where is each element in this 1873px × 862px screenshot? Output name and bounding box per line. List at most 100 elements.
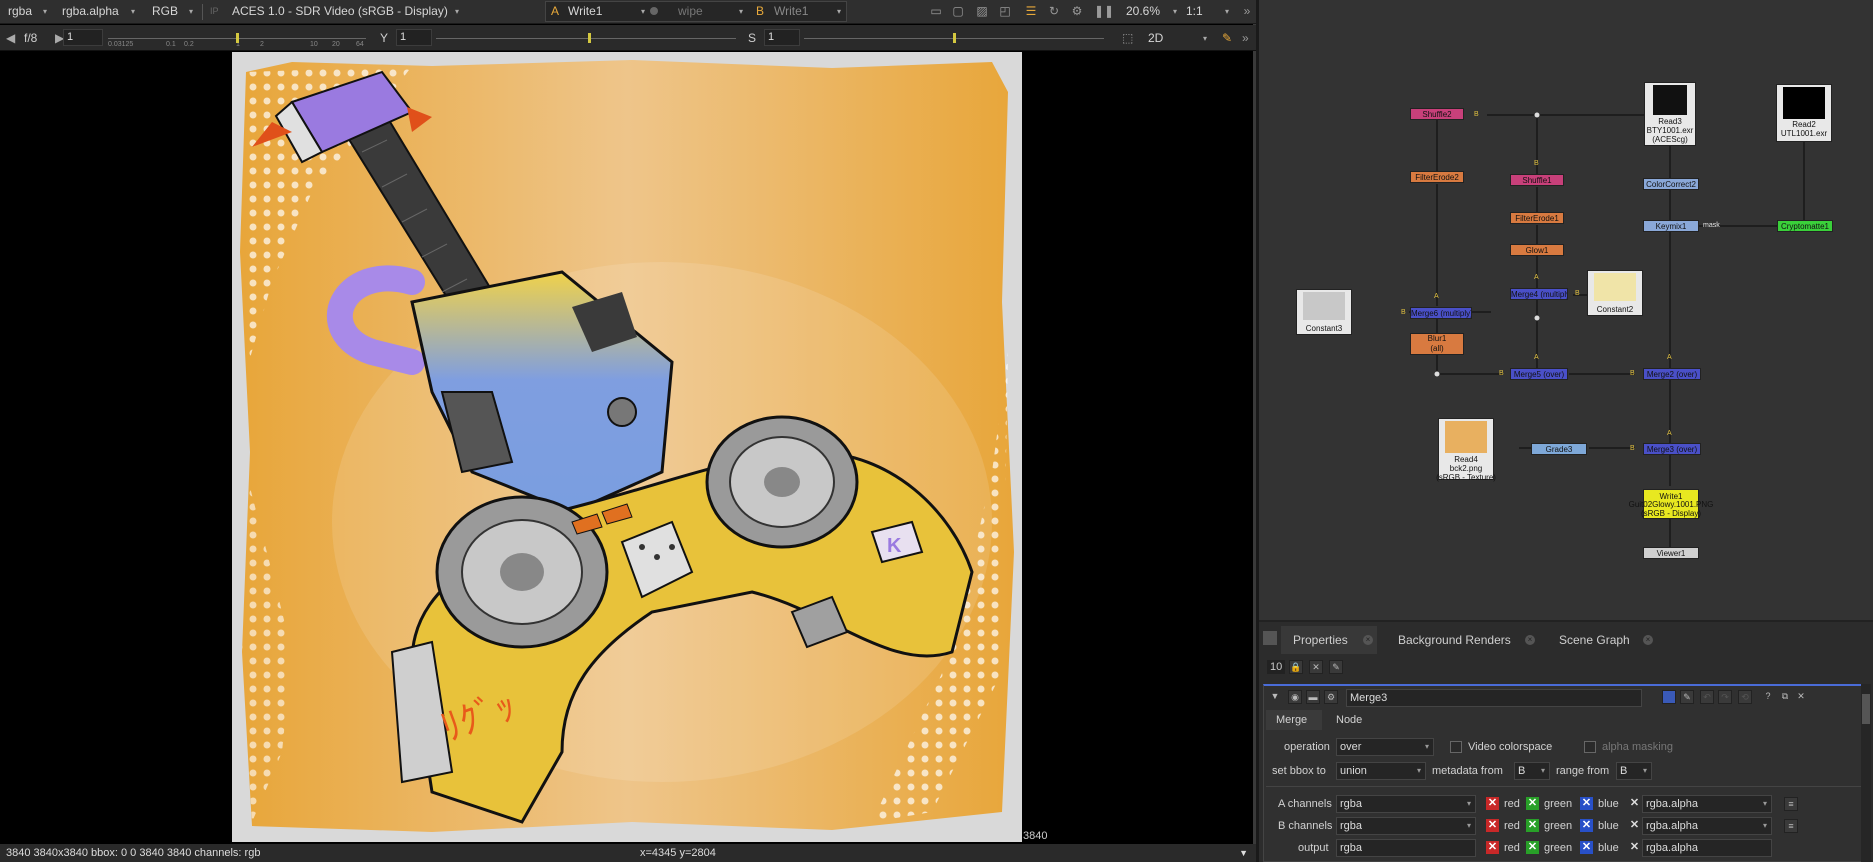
paint-icon[interactable]: ✎: [1222, 31, 1232, 45]
green-toggle[interactable]: ✕: [1526, 797, 1539, 810]
collapse-icon[interactable]: ▼: [1268, 690, 1282, 704]
output-dropdown[interactable]: rgba: [1336, 839, 1476, 857]
red-toggle[interactable]: ✕: [1486, 841, 1499, 854]
close-panel-icon[interactable]: ✕: [1794, 690, 1808, 704]
tab-scene-graph[interactable]: Scene Graph: [1559, 629, 1630, 651]
channels-dropdown[interactable]: rgba ▾: [4, 2, 50, 21]
node-filtererode1[interactable]: FilterErode1: [1510, 212, 1564, 224]
input-process-toggle[interactable]: IP: [206, 2, 228, 21]
red-toggle[interactable]: ✕: [1486, 819, 1499, 832]
tab-node[interactable]: Node: [1336, 714, 1362, 726]
prev-icon[interactable]: ◀: [6, 31, 15, 45]
roi-select-icon[interactable]: ⬚: [1122, 31, 1133, 45]
input-icon[interactable]: ▬: [1306, 690, 1320, 704]
proxy-icon[interactable]: ▨: [975, 4, 989, 18]
alpha-masking-checkbox[interactable]: [1584, 741, 1596, 753]
menu-chevron-icon[interactable]: »: [1242, 31, 1249, 45]
clear-panels-icon[interactable]: ✕: [1309, 660, 1323, 674]
green-toggle[interactable]: ✕: [1526, 841, 1539, 854]
saturation-handle[interactable]: [953, 33, 956, 43]
alpha-toggle[interactable]: ✕: [1628, 819, 1641, 832]
gain-field[interactable]: 1: [63, 29, 103, 46]
redo-icon[interactable]: ↷: [1718, 690, 1732, 704]
menu-chevron-icon[interactable]: »: [1240, 4, 1254, 18]
node-name-field[interactable]: Merge3: [1346, 689, 1642, 707]
close-icon[interactable]: ×: [1643, 635, 1653, 645]
node-shuffle1[interactable]: Shuffle1: [1510, 174, 1564, 186]
properties-scrollbar[interactable]: [1861, 684, 1871, 862]
view-mode-dropdown[interactable]: 2D ▾: [1144, 29, 1210, 48]
gamma-handle[interactable]: [588, 33, 591, 43]
node-cryptomatte1[interactable]: Cryptomatte1: [1777, 220, 1833, 232]
edit-icon[interactable]: ✎: [1680, 690, 1694, 704]
region-icon[interactable]: ◰: [998, 4, 1012, 18]
menu-icon[interactable]: ≡: [1784, 797, 1798, 811]
b-input-dropdown[interactable]: Write1 ▾: [770, 2, 844, 21]
tab-properties[interactable]: Properties: [1293, 629, 1348, 651]
menu-icon[interactable]: ≡: [1784, 819, 1798, 833]
gamma-slider[interactable]: [436, 38, 736, 39]
center-node-icon[interactable]: ◉: [1288, 690, 1302, 704]
node-merge4[interactable]: Merge4 (multiply): [1510, 288, 1568, 300]
node-shuffle2[interactable]: Shuffle2: [1410, 108, 1464, 120]
undo-icon[interactable]: ↶: [1700, 690, 1714, 704]
tab-merge[interactable]: Merge: [1276, 714, 1307, 726]
roi-icon[interactable]: ▢: [951, 4, 965, 18]
viewer-panel[interactable]: rgba ▾ rgba.alpha ▾ RGB ▾ IP ACES 1.0 - SDR…: [0, 0, 1256, 862]
wipe-dropdown[interactable]: wipe ▾: [674, 2, 746, 21]
close-icon[interactable]: ×: [1363, 635, 1373, 645]
node-settings-icon[interactable]: ⚙: [1324, 690, 1338, 704]
display-channels-dropdown[interactable]: RGB ▾: [148, 2, 196, 21]
node-merge6[interactable]: Merge6 (multiply): [1410, 307, 1472, 319]
float-icon[interactable]: ✎: [1329, 660, 1343, 674]
chevron-down-icon[interactable]: ▼: [1239, 844, 1248, 862]
lut-icon[interactable]: ▭: [929, 4, 943, 18]
pause-icon[interactable]: ❚❚: [1094, 4, 1114, 18]
zoom-dropdown[interactable]: 20.6% ▾: [1122, 2, 1180, 21]
blue-toggle[interactable]: ✕: [1580, 841, 1593, 854]
node-graph[interactable]: Shuffle2 Shuffle1 FilterErode2 FilterEro…: [1259, 0, 1873, 620]
node-colorcorrect2[interactable]: ColorCorrect2: [1643, 178, 1699, 190]
green-toggle[interactable]: ✕: [1526, 819, 1539, 832]
node-keymix1[interactable]: Keymix1: [1643, 220, 1699, 232]
ratio-dropdown[interactable]: 1:1 ▾: [1182, 2, 1232, 21]
a-input-dropdown[interactable]: Write1 ▾: [564, 2, 648, 21]
panel-menu-icon[interactable]: [1263, 631, 1277, 645]
blue-toggle[interactable]: ✕: [1580, 797, 1593, 810]
float-panel-icon[interactable]: ⧉: [1778, 690, 1792, 704]
blue-toggle[interactable]: ✕: [1580, 819, 1593, 832]
video-colorspace-checkbox[interactable]: [1450, 741, 1462, 753]
b-channels-dropdown[interactable]: rgba ▾: [1336, 817, 1476, 835]
saturation-field[interactable]: 1: [764, 29, 800, 46]
node-grade3[interactable]: Grade3: [1531, 443, 1587, 455]
bbox-dropdown[interactable]: union ▾: [1336, 762, 1426, 780]
a-alpha-dropdown[interactable]: rgba.alpha ▾: [1642, 795, 1772, 813]
display-icon[interactable]: ☰: [1024, 4, 1038, 18]
b-alpha-dropdown[interactable]: rgba.alpha ▾: [1642, 817, 1772, 835]
color-swatch-icon[interactable]: [1662, 690, 1676, 704]
help-icon[interactable]: ?: [1761, 690, 1775, 704]
gamma-field[interactable]: 1: [396, 29, 432, 46]
metadata-dropdown[interactable]: B ▾: [1514, 762, 1550, 780]
alpha-dropdown[interactable]: rgba.alpha ▾: [58, 2, 138, 21]
node-merge5[interactable]: Merge5 (over): [1510, 368, 1568, 380]
alpha-toggle[interactable]: ✕: [1628, 841, 1641, 854]
node-merge3[interactable]: Merge3 (over): [1643, 443, 1701, 455]
a-channels-dropdown[interactable]: rgba ▾: [1336, 795, 1476, 813]
alpha-toggle[interactable]: ✕: [1628, 797, 1641, 810]
node-viewer1[interactable]: Viewer1: [1643, 547, 1699, 559]
gear-icon[interactable]: ⚙: [1070, 4, 1084, 18]
tab-background-renders[interactable]: Background Renders: [1398, 629, 1511, 651]
revert-icon[interactable]: ⟲: [1738, 690, 1752, 704]
operation-dropdown[interactable]: over ▾: [1336, 738, 1434, 756]
node-blur1[interactable]: Blur1 (all): [1410, 333, 1464, 355]
node-glow1[interactable]: Glow1: [1510, 244, 1564, 256]
output-alpha-dropdown[interactable]: rgba.alpha: [1642, 839, 1772, 857]
gain-handle[interactable]: [236, 33, 239, 43]
viewer-image[interactable]: K ﾘｸﾞｯ: [232, 52, 1022, 842]
node-merge2[interactable]: Merge2 (over): [1643, 368, 1701, 380]
range-dropdown[interactable]: B ▾: [1616, 762, 1652, 780]
red-toggle[interactable]: ✕: [1486, 797, 1499, 810]
max-panels-field[interactable]: 10: [1267, 660, 1286, 674]
colorspace-dropdown[interactable]: ACES 1.0 - SDR Video (sRGB - Display) ▾: [228, 2, 462, 21]
